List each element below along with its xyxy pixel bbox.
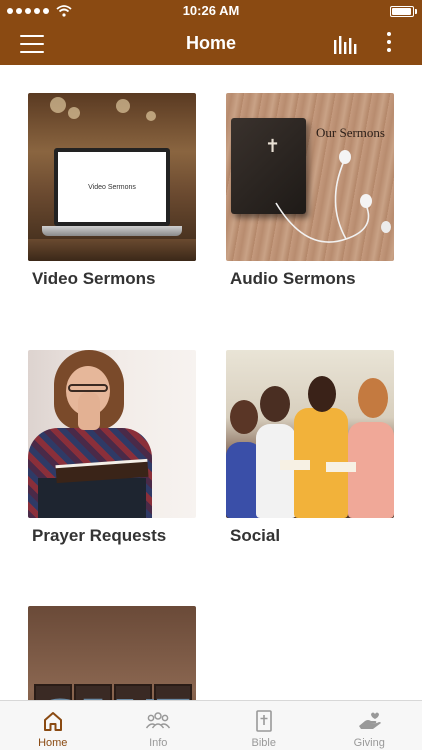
nav-bar: Home	[0, 22, 422, 65]
tile-label: Video Sermons	[32, 269, 156, 288]
laptop-base	[42, 226, 182, 236]
person-head	[260, 386, 290, 422]
tab-bible[interactable]: Bible	[211, 701, 317, 750]
equalizer-icon[interactable]	[333, 34, 357, 54]
ellipsis-dot	[387, 32, 391, 36]
ellipsis-dot	[387, 40, 391, 44]
laptop-screen-caption: Video Sermons	[58, 152, 166, 222]
prayer-requests-image	[28, 350, 196, 518]
status-bar: 10:26 AM	[0, 0, 422, 22]
vertical-ellipsis-icon[interactable]	[384, 32, 394, 56]
tile-label: Audio Sermons	[230, 269, 356, 288]
laptop-screen: Video Sermons	[54, 148, 170, 226]
tab-bar: Home Info Bible Giving	[0, 700, 422, 750]
tab-label: Info	[149, 737, 168, 749]
audio-image-caption: Our Sermons	[316, 125, 385, 140]
bible-icon	[255, 710, 272, 732]
video-sermons-image: Video Sermons	[28, 93, 196, 261]
earbuds-image	[275, 150, 391, 243]
tab-label: Home	[38, 737, 68, 749]
status-time: 10:26 AM	[182, 3, 240, 18]
tile-audio-sermons[interactable]: ✝ Our Sermons Audio Sermons	[226, 93, 394, 288]
person-jeans	[38, 478, 146, 518]
person-head	[230, 400, 258, 434]
tile-prayer-requests[interactable]: Prayer Requests	[28, 350, 196, 545]
battery-icon	[390, 6, 414, 17]
bokeh-light	[50, 97, 66, 113]
tab-label: Bible	[251, 737, 276, 749]
battery-tip	[415, 9, 417, 14]
bokeh-light	[116, 99, 130, 113]
person-glasses	[68, 384, 108, 392]
home-icon	[43, 712, 62, 731]
people-icon	[146, 712, 171, 729]
audio-sermons-image: ✝ Our Sermons	[226, 93, 394, 261]
person-body	[256, 424, 296, 518]
ellipsis-dot	[387, 48, 391, 52]
tab-label: Giving	[353, 737, 385, 749]
tab-giving[interactable]: Giving	[317, 701, 422, 750]
table-surface	[28, 239, 196, 261]
praying-hands	[78, 392, 100, 430]
bokeh-light	[68, 107, 80, 119]
open-book	[326, 462, 356, 472]
open-book	[280, 460, 310, 470]
tile-label: Prayer Requests	[32, 526, 167, 545]
battery-level	[392, 8, 411, 15]
giving-hand-icon	[359, 712, 382, 729]
tab-home[interactable]: Home	[0, 701, 106, 750]
tab-info[interactable]: Info	[106, 701, 212, 750]
tile-social[interactable]: Social	[226, 350, 394, 545]
tile-video-sermons[interactable]: Video Sermons Video Sermons	[28, 93, 196, 288]
tile-label: Social	[230, 526, 281, 545]
person-head	[308, 376, 336, 412]
social-image	[226, 350, 394, 518]
bokeh-light	[146, 111, 156, 121]
page-title: Home	[185, 33, 236, 53]
person-head	[358, 378, 388, 418]
